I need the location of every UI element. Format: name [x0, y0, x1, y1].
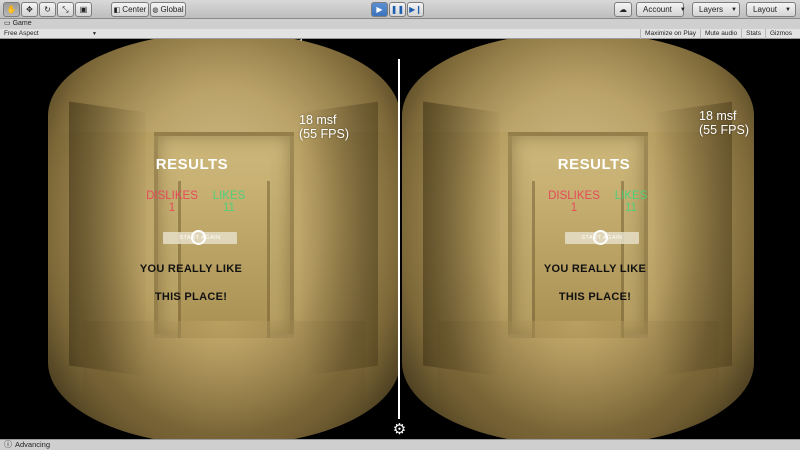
rect-tool-button[interactable]: ▣	[75, 2, 92, 17]
stereo-divider	[398, 59, 400, 419]
maximize-on-play-toggle[interactable]: Maximize on Play	[640, 29, 700, 39]
pause-button[interactable]: ❚❚	[389, 2, 406, 17]
account-dropdown[interactable]: Account ▼	[636, 2, 686, 17]
hand-tool-button[interactable]: ✋	[3, 2, 20, 17]
likes-label: LIKES	[212, 190, 246, 202]
scale-icon: ⤡	[62, 4, 69, 14]
likes-count: 11	[223, 202, 235, 214]
results-title: RESULTS	[155, 156, 229, 173]
likes-column: LIKES 11	[596, 190, 666, 214]
fps-counter: 18 msf (55 FPS)	[699, 109, 749, 137]
settings-gear-icon[interactable]: ⚙	[392, 422, 407, 437]
scale-tool-button[interactable]: ⤡	[57, 2, 74, 17]
game-view-controls: Free Aspect ▼ Maximize on Play Mute audi…	[0, 29, 800, 39]
account-label: Account	[643, 5, 672, 14]
mute-audio-toggle[interactable]: Mute audio	[699, 29, 741, 39]
layers-dropdown[interactable]: Layers ▼	[692, 2, 740, 17]
fps-value: (55 FPS)	[299, 127, 350, 141]
info-icon: ⓘ	[4, 440, 12, 449]
pause-icon: ❚❚	[390, 5, 405, 14]
tab-title: Game	[12, 20, 32, 27]
hand-icon: ✋	[6, 5, 17, 14]
corridor-floor	[437, 321, 719, 439]
aspect-dropdown[interactable]: Free Aspect ▼	[4, 29, 97, 39]
result-message-line1: YOU REALLY LIKE	[139, 263, 243, 275]
pivot-icon: ◧	[113, 6, 121, 14]
fps-ms: 18 msf	[699, 109, 737, 123]
layout-dropdown[interactable]: Layout ▼	[746, 2, 796, 17]
rect-icon: ▣	[79, 5, 88, 14]
fps-value: (55 FPS)	[699, 123, 750, 137]
step-icon: ▶❙	[409, 5, 422, 14]
left-eye-view: 18 msf (55 FPS) RESULTS DISLIKES 1 LIKES…	[48, 39, 400, 439]
corridor-floor	[83, 321, 365, 439]
chevron-down-icon: ▼	[92, 31, 97, 37]
gaze-reticle	[191, 230, 206, 245]
game-viewport[interactable]: 18 msf (55 FPS) RESULTS DISLIKES 1 LIKES…	[0, 39, 800, 439]
gaze-reticle	[593, 230, 608, 245]
pivot-label: Center	[122, 5, 147, 14]
chevron-down-icon: ▼	[679, 6, 686, 13]
space-toggle-button[interactable]: ◍ Global	[150, 2, 186, 17]
globe-icon: ◍	[152, 6, 159, 14]
play-button[interactable]: ▶	[371, 2, 388, 17]
stats-toggle[interactable]: Stats	[741, 29, 765, 39]
likes-count: 11	[625, 202, 637, 214]
main-toolbar: ✋ ✥ ↻ ⤡ ▣ ◧ Center ◍ Global ▶ ❚❚ ▶❙ ☁ Ac…	[0, 0, 800, 19]
aspect-label: Free Aspect	[4, 30, 39, 37]
gizmos-dropdown[interactable]: Gizmos	[764, 29, 796, 39]
move-tool-button[interactable]: ✥	[21, 2, 38, 17]
cloud-button[interactable]: ☁	[614, 2, 632, 17]
result-message-line2: THIS PLACE!	[558, 291, 632, 303]
pivot-toggle-button[interactable]: ◧ Center	[111, 2, 149, 17]
fps-counter: 18 msf (55 FPS)	[299, 113, 349, 141]
right-eye-view: 18 msf (55 FPS) RESULTS DISLIKES 1 LIKES…	[402, 39, 754, 439]
status-text: Advancing	[15, 440, 51, 449]
fps-ms: 18 msf	[299, 113, 337, 127]
game-tab[interactable]: ▭ Game	[0, 19, 800, 29]
result-message-line2: THIS PLACE!	[154, 291, 228, 303]
status-bar: ⓘ Advancing	[0, 439, 800, 450]
layers-label: Layers	[699, 5, 724, 14]
chevron-down-icon: ▼	[731, 6, 737, 13]
rotate-icon: ↻	[44, 5, 51, 14]
game-view-icon: ▭	[4, 20, 11, 27]
space-label: Global	[160, 5, 184, 14]
cloud-icon: ☁	[619, 5, 627, 14]
step-button[interactable]: ▶❙	[407, 2, 424, 17]
result-message-line1: YOU REALLY LIKE	[543, 263, 647, 275]
move-icon: ✥	[26, 5, 33, 14]
rotate-tool-button[interactable]: ↻	[39, 2, 56, 17]
results-title: RESULTS	[557, 156, 631, 173]
chevron-down-icon: ▼	[785, 6, 791, 13]
layout-label: Layout	[753, 5, 778, 14]
likes-column: LIKES 11	[194, 190, 264, 214]
play-icon: ▶	[376, 5, 383, 14]
likes-label: LIKES	[614, 190, 648, 202]
